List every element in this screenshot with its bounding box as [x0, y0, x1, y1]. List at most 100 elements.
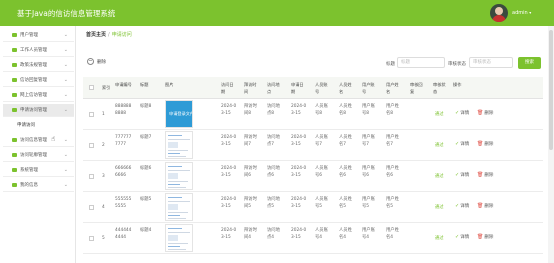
table-row[interactable]: 1 8888888888 标题8 2024-03-15 拜访时间8 访问地点8 2024-0… — [83, 99, 543, 130]
table-row[interactable]: 4 5555555555 标题5 2024-03-15 拜访时间5 访问地点5 2024-0… — [83, 192, 543, 223]
sidebar-item-0[interactable]: 用户管理 ⌄ — [3, 29, 74, 42]
breadcrumb-home[interactable]: 首页主页 — [86, 32, 106, 38]
thumb-line — [168, 150, 188, 151]
trash-icon: 🗑 — [477, 110, 484, 116]
row-image[interactable] — [165, 193, 193, 221]
thumb-line — [168, 181, 188, 182]
page-scrollbar[interactable] — [548, 26, 554, 263]
thumb-line — [168, 170, 190, 171]
column-header[interactable]: 用户姓名 — [386, 82, 402, 95]
cell-apply-date: 2024-03-15 — [291, 166, 307, 178]
sidebar-item-7[interactable]: 访问轮廓管理 ⌄ — [3, 149, 74, 162]
search-button[interactable]: 搜索 — [518, 57, 541, 69]
cell-time: 拜访时间7 — [244, 135, 257, 147]
column-header[interactable]: 访问日期 — [221, 82, 237, 95]
cell-place: 访问地点6 — [267, 166, 280, 178]
column-header[interactable]: 索引 — [102, 85, 112, 92]
batch-delete-button[interactable]: − 删除 — [87, 58, 106, 65]
delete-button[interactable]: 🗑 删除 — [477, 141, 493, 147]
column-header[interactable]: 审核状态 — [433, 82, 447, 95]
column-header[interactable]: 操作 — [453, 82, 493, 89]
row-image[interactable] — [165, 162, 193, 190]
trash-icon: 🗑 — [477, 203, 484, 209]
column-header[interactable]: 用户账号 — [362, 82, 378, 95]
view-label: 详情 — [460, 142, 470, 147]
cell-apply-date: 2024-03-15 — [291, 135, 307, 147]
menu-icon — [12, 168, 17, 172]
thumb-line — [168, 153, 180, 154]
sidebar-item-6[interactable]: 访问信息管理 ⌄ — [3, 134, 74, 147]
sidebar-item-5[interactable]: 申请访问管理 ⌄ — [3, 104, 74, 117]
menu-icon — [12, 108, 17, 112]
scrollbar-thumb[interactable] — [549, 30, 553, 150]
mouse-cursor-icon: ☝ — [51, 135, 56, 143]
cell-user-name: 用户姓名6 — [386, 166, 399, 178]
sidebar-item-label: 网上信访管理 — [20, 93, 47, 98]
table-header: 索引 申请编号 标题 图片 访问日期 拜访时间 访问地点 申请日期 人员账号 人员姓名 用户账号 用户… — [83, 77, 543, 99]
cell-number: 5555555555 — [115, 197, 132, 209]
select-all-checkbox[interactable] — [89, 85, 94, 90]
sidebar-item-label: 访问轮廓管理 — [20, 153, 47, 158]
view-button[interactable]: ✓ 详情 — [455, 141, 469, 147]
sidebar-item-4[interactable]: 网上信访管理 ⌄ — [3, 89, 74, 102]
cell-place: 访问地点8 — [267, 104, 280, 116]
delete-label: 删除 — [484, 235, 494, 240]
filter-status-input[interactable]: 审核状态 — [469, 57, 513, 68]
chevron-down-icon: ⌄ — [63, 167, 68, 173]
column-header[interactable]: 图片 — [165, 82, 193, 89]
table-row[interactable]: 2 7777777777 标题7 2024-03-15 拜访时间7 访问地点7 2024-0… — [83, 130, 543, 161]
view-button[interactable]: ✓ 详情 — [455, 234, 469, 240]
delete-button[interactable]: 🗑 删除 — [477, 172, 493, 178]
cell-user-name: 用户姓名8 — [386, 104, 399, 116]
username: admin — [512, 10, 528, 16]
avatar-face — [495, 7, 503, 15]
sidebar-item-3[interactable]: 信访回复管理 ⌄ — [3, 74, 74, 87]
thumb-line — [168, 249, 186, 250]
table-row[interactable]: 5 4444444444 标题4 2024-03-15 拜访时间4 访问地点4 2024-0… — [83, 223, 543, 254]
sidebar-subitem-label: 申请访问 — [17, 122, 35, 128]
sidebar-item-2[interactable]: 政策法规管理 ⌄ — [3, 59, 74, 72]
table-row[interactable]: 3 6666666666 标题6 2024-03-15 拜访时间6 访问地点6 2024-0… — [83, 161, 543, 192]
column-header[interactable]: 标题 — [140, 82, 156, 89]
column-header[interactable]: 拜访时间 — [244, 82, 260, 95]
row-image[interactable] — [165, 224, 193, 252]
menu-icon — [12, 93, 17, 97]
column-header[interactable]: 申请日期 — [291, 82, 307, 95]
delete-button[interactable]: 🗑 删除 — [477, 203, 493, 209]
sidebar-item-8[interactable]: 系统管理 ⌄ — [3, 164, 74, 177]
sidebar-item-9[interactable]: 我的信息 ⌄ — [3, 179, 74, 192]
user-menu[interactable]: admin ▾ — [512, 10, 531, 16]
thumb-line — [168, 218, 186, 219]
status-badge: 通过 — [435, 174, 444, 179]
row-checkbox[interactable] — [89, 174, 94, 179]
thumb-line — [168, 201, 190, 202]
column-header[interactable]: 访问地点 — [267, 82, 283, 95]
thumb-line — [168, 243, 188, 244]
app-title: 基于Java的信访信息管理系统 — [17, 9, 116, 18]
column-header[interactable]: 人员姓名 — [339, 82, 355, 95]
filter-title-input[interactable]: 标题 — [397, 57, 445, 68]
sidebar-item-1[interactable]: 工作人员管理 ⌄ — [3, 44, 74, 57]
row-image[interactable] — [165, 131, 193, 159]
cell-staff-acc: 人员账号5 — [315, 197, 328, 209]
cell-staff-name: 人员姓名7 — [339, 135, 352, 147]
row-checkbox[interactable] — [89, 143, 94, 148]
delete-button[interactable]: 🗑 删除 — [477, 234, 493, 240]
row-image[interactable]: 申请登录文件 — [165, 100, 193, 128]
sidebar-subitem-0[interactable]: 申请访问 — [3, 118, 74, 131]
view-button[interactable]: ✓ 详情 — [455, 172, 469, 178]
delete-button[interactable]: 🗑 删除 — [477, 110, 493, 116]
avatar[interactable] — [490, 4, 508, 22]
row-checkbox[interactable] — [89, 236, 94, 241]
row-checkbox[interactable] — [89, 112, 94, 117]
column-header[interactable]: 申请编号 — [115, 82, 133, 89]
view-button[interactable]: ✓ 详情 — [455, 203, 469, 209]
column-header[interactable]: 审核回复 — [410, 82, 424, 95]
view-button[interactable]: ✓ 详情 — [455, 110, 469, 116]
column-header[interactable]: 人员账号 — [315, 82, 331, 95]
view-label: 详情 — [460, 173, 470, 178]
status-badge: 通过 — [435, 112, 444, 117]
cell-user-acc: 用户账号4 — [362, 228, 375, 240]
thumb-line — [168, 246, 180, 247]
row-checkbox[interactable] — [89, 205, 94, 210]
